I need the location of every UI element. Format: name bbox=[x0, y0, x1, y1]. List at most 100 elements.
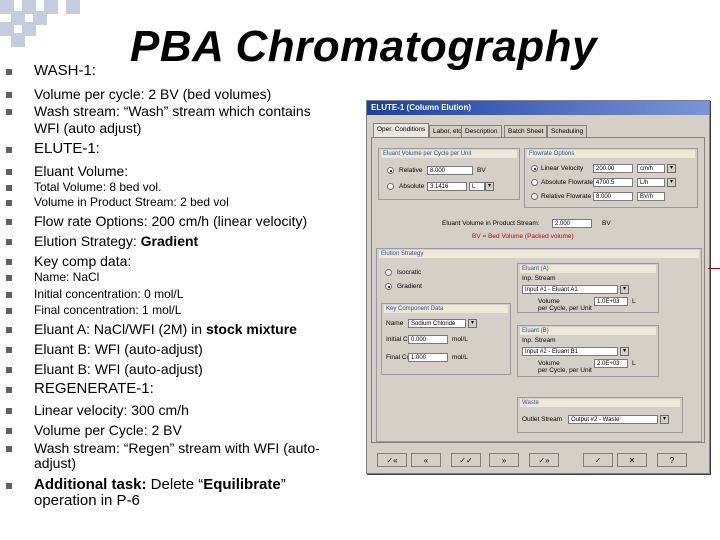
product-stream-label: Eluant Volume in Product Stream: bbox=[442, 220, 540, 227]
eluant-volume-group: Eluant Volume per Cycle per Unit Relativ… bbox=[378, 148, 520, 200]
flowrate-options-group: Flowrate Options Linear Velocity 200.00 … bbox=[524, 148, 698, 208]
initial-conc-field[interactable]: 0.000 bbox=[408, 335, 448, 344]
bullet-marker bbox=[6, 147, 12, 153]
waste-group: Waste Outlet Stream Output #2 - Waste ▾ bbox=[517, 397, 683, 433]
bullet-text: Volume per Cycle: 2 BV bbox=[34, 422, 182, 438]
eluant-b-stream-select[interactable]: Input #2 - Eluant B1 bbox=[522, 347, 618, 356]
eluant-a-dropdown-icon[interactable]: ▾ bbox=[620, 285, 629, 294]
relative-value-field[interactable]: 8.000 bbox=[427, 166, 473, 175]
bullet-text: Wash stream: “Wash” stream which contain… bbox=[34, 103, 311, 119]
absolute-value-field[interactable]: 3.1416 bbox=[427, 182, 467, 191]
linear-velocity-radio[interactable] bbox=[531, 165, 538, 172]
key-component-header: Key Component Data bbox=[384, 305, 508, 313]
linear-velocity-label: Linear Velocity bbox=[541, 165, 584, 172]
bullet-text: Volume per cycle: 2 BV (bed volumes) bbox=[34, 86, 272, 102]
bullet-marker bbox=[6, 200, 12, 206]
help-button[interactable]: ? bbox=[657, 453, 687, 467]
linear-velocity-unit[interactable]: cm/h bbox=[637, 164, 665, 173]
absolute-unit-select[interactable]: L bbox=[469, 182, 485, 191]
eluant-b-volume-unit: L bbox=[632, 360, 636, 367]
bullet-marker bbox=[6, 428, 12, 434]
bed-volume-note: BV = Bed Volume (Packed volume) bbox=[472, 233, 574, 240]
eluant-b-volume-field[interactable]: 2.0E+03 bbox=[594, 359, 628, 368]
eluant-volume-group-header: Eluant Volume per Cycle per Unit bbox=[381, 150, 517, 158]
absolute-flowrate-radio[interactable] bbox=[531, 179, 538, 186]
bullet-marker bbox=[6, 69, 12, 75]
bullet-marker bbox=[6, 483, 12, 489]
tab-oper-conditions[interactable]: Oper. Conditions bbox=[373, 123, 430, 137]
bullet-text: adjust) bbox=[34, 455, 77, 471]
tab-batch-sheet[interactable]: Batch Sheet bbox=[504, 125, 548, 137]
eluant-b-dropdown-icon[interactable]: ▾ bbox=[620, 347, 629, 356]
bullet-marker bbox=[6, 347, 12, 353]
product-stream-field[interactable]: 2.000 bbox=[552, 219, 592, 228]
bullet-text: WASH-1: bbox=[34, 62, 96, 79]
eluant-a-stream-select[interactable]: Input #1 - Eluant A1 bbox=[522, 285, 618, 294]
ok-all-button[interactable]: ✓✓ bbox=[451, 453, 481, 467]
bullet-marker bbox=[6, 327, 12, 333]
product-stream-unit: BV bbox=[602, 220, 611, 227]
eluant-a-group: Eluant (A) Inp. Stream Input #1 - Eluant… bbox=[517, 263, 659, 313]
gradient-radio[interactable] bbox=[385, 283, 392, 290]
bullet-marker bbox=[6, 446, 12, 452]
eluant-a-header: Eluant (A) bbox=[520, 265, 656, 273]
bullet-text: Name: NaCl bbox=[34, 270, 100, 284]
flowrate-group-header: Flowrate Options bbox=[527, 150, 695, 158]
outlet-stream-select[interactable]: Output #2 - Waste bbox=[568, 415, 658, 424]
eluant-b-stream-label: Inp. Stream bbox=[522, 337, 556, 344]
next-button[interactable]: » bbox=[489, 453, 519, 467]
relative-label: Relative bbox=[399, 167, 423, 174]
bullet-text: Elution Strategy: Gradient bbox=[34, 233, 199, 249]
bullet-list: WASH-1: Volume per cycle: 2 BV (bed volum… bbox=[0, 0, 360, 540]
eluant-a-volume-label: Volume bbox=[538, 298, 560, 305]
bullet-text: Flow rate Options: 200 cm/h (linear velo… bbox=[34, 213, 308, 229]
relative-flowrate-radio[interactable] bbox=[531, 193, 538, 200]
eluant-a-volume-unit: L bbox=[632, 298, 636, 305]
eluant-b-header: Eluant (B) bbox=[520, 327, 656, 335]
ok-previous-button[interactable]: ✓« bbox=[377, 453, 407, 467]
relative-flowrate-label: Relative Flowrate bbox=[541, 193, 592, 200]
linear-velocity-field[interactable]: 200.00 bbox=[593, 164, 633, 173]
bullet-text: Total Volume: 8 bed vol. bbox=[34, 180, 162, 194]
outlet-stream-dropdown-icon[interactable]: ▾ bbox=[660, 415, 669, 424]
bullet-marker bbox=[6, 275, 12, 281]
bullet-text: Eluant B: WFI (auto-adjust) bbox=[34, 341, 203, 357]
cancel-button[interactable]: ✕ bbox=[617, 453, 647, 467]
tab-scheduling[interactable]: Scheduling bbox=[547, 125, 588, 137]
bullet-text: Linear velocity: 300 cm/h bbox=[34, 402, 189, 418]
ok-button[interactable]: ✓ bbox=[583, 453, 613, 467]
bullet-text: Additional task: Delete “Equilibrate” bbox=[34, 476, 286, 493]
bullet-text: Initial concentration: 0 mol/L bbox=[34, 287, 184, 301]
bullet-text: WFI (auto adjust) bbox=[34, 120, 142, 136]
linear-velocity-dropdown-icon[interactable]: ▾ bbox=[667, 164, 676, 173]
absolute-radio[interactable] bbox=[387, 183, 394, 190]
bullet-text: Wash stream: “Regen” stream with WFI (au… bbox=[34, 440, 320, 456]
eluant-b-volume-label: Volume bbox=[538, 360, 560, 367]
eluant-b-per-cycle-label: per Cycle, per Unit bbox=[538, 367, 592, 374]
absolute-flowrate-label: Absolute Flowrate bbox=[541, 179, 594, 186]
absolute-unit-dropdown-icon[interactable]: ▾ bbox=[485, 182, 494, 191]
bullet-marker bbox=[6, 239, 12, 245]
bullet-marker bbox=[6, 308, 12, 314]
gradient-label: Gradient bbox=[397, 283, 422, 290]
absolute-flowrate-field[interactable]: 4700.5 bbox=[593, 178, 633, 187]
relative-flowrate-unit[interactable]: BV/h bbox=[637, 192, 665, 201]
final-conc-field[interactable]: 1.000 bbox=[408, 353, 448, 362]
component-name-dropdown-icon[interactable]: ▾ bbox=[468, 319, 477, 328]
isocratic-radio[interactable] bbox=[385, 269, 392, 276]
previous-button[interactable]: « bbox=[411, 453, 441, 467]
dialog-button-bar: ✓« « ✓✓ » ✓» ✓ ✕ ? bbox=[367, 445, 709, 473]
ok-next-button[interactable]: ✓» bbox=[529, 453, 559, 467]
bullet-text: Key comp data: bbox=[34, 253, 132, 269]
relative-flowrate-field[interactable]: 8.000 bbox=[593, 192, 633, 201]
tab-description[interactable]: Description bbox=[461, 125, 502, 137]
dialog-title: ELUTE-1 (Column Elution) bbox=[367, 101, 709, 115]
absolute-flowrate-dropdown-icon[interactable]: ▾ bbox=[667, 178, 676, 187]
relative-radio[interactable] bbox=[387, 167, 394, 174]
component-name-select[interactable]: Sodium Chloride bbox=[408, 319, 466, 328]
elute-dialog: ELUTE-1 (Column Elution) Oper. Condition… bbox=[366, 100, 710, 474]
oper-conditions-panel: Eluant Volume per Cycle per Unit Relativ… bbox=[371, 137, 705, 443]
absolute-flowrate-unit[interactable]: L/h bbox=[637, 178, 665, 187]
eluant-a-volume-field[interactable]: 1.0E+03 bbox=[594, 297, 628, 306]
bullet-marker bbox=[6, 408, 12, 414]
